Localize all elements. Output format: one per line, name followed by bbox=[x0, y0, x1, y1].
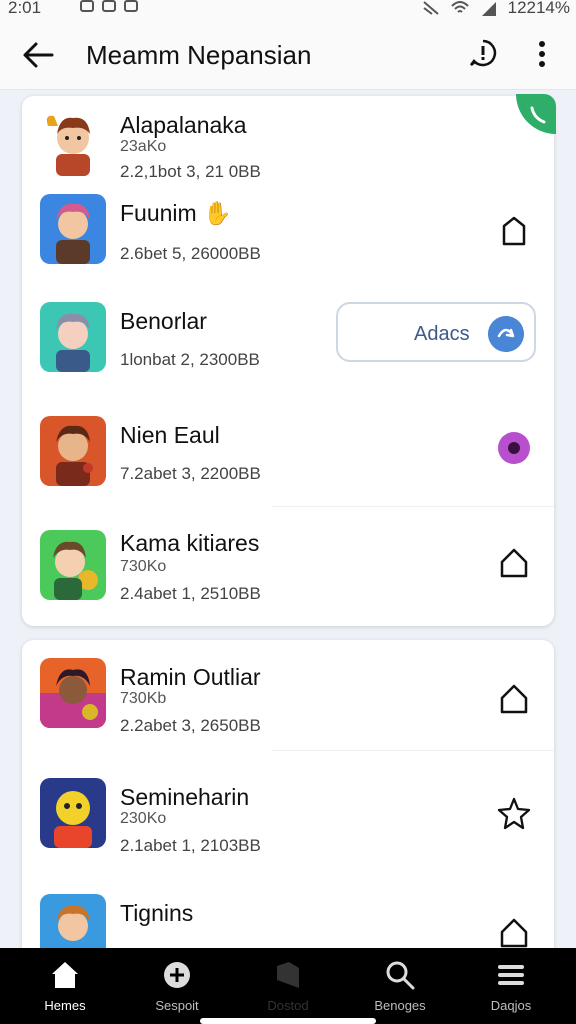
page-title: Meamm Nepansian bbox=[86, 40, 312, 70]
game-meta: 7.2abet 3, 2200BB bbox=[120, 464, 261, 483]
game-meta: 2.4abet 1, 2510BB bbox=[120, 584, 261, 603]
signal-icon bbox=[481, 2, 496, 16]
game-avatar-icon bbox=[40, 416, 106, 486]
home-outline-icon[interactable] bbox=[496, 916, 532, 952]
game-meta: 2.2abet 3, 2650BB bbox=[120, 716, 261, 735]
game-meta: 2.6bet 5, 26000BB bbox=[120, 244, 261, 263]
nav-item-support[interactable]: Sespoit bbox=[122, 948, 232, 1024]
game-meta: 1lonbat 2, 2300BB bbox=[120, 350, 260, 369]
list-item[interactable]: Semineharin 230Ko 2.1abet 1, 2103BB bbox=[22, 766, 554, 876]
game-avatar-icon bbox=[40, 530, 106, 600]
info-icon[interactable] bbox=[468, 38, 498, 68]
game-avatar-icon bbox=[40, 194, 106, 264]
list-item[interactable]: Alapalanaka 23aKo 2.2,1bot 3, 21 0BB bbox=[22, 96, 554, 186]
add-circle-icon bbox=[164, 962, 190, 988]
nav-item-tag[interactable]: Dostod bbox=[233, 948, 343, 1024]
wifi-icon bbox=[450, 1, 469, 13]
status-bar: 2:01 12214% bbox=[0, 0, 576, 18]
tag-icon bbox=[277, 962, 299, 988]
bottom-nav: Hemes Sespoit Dostod Benoges Daqjos bbox=[0, 948, 576, 1024]
search-icon bbox=[386, 961, 415, 990]
menu-icon bbox=[498, 965, 524, 985]
game-meta: 2.1abet 1, 2103BB bbox=[120, 836, 261, 855]
divider bbox=[272, 506, 554, 507]
game-subtitle: 23aKo bbox=[120, 138, 167, 155]
vibrate-icon bbox=[422, 1, 439, 15]
game-name: Semineharin bbox=[120, 784, 250, 810]
game-name: Alapalanaka bbox=[120, 112, 247, 138]
status-system-icons: 12214% bbox=[422, 0, 570, 18]
list-item[interactable]: Fuunim ✋ 2.6bet 5, 26000BB bbox=[22, 188, 554, 288]
message-icon bbox=[102, 0, 116, 12]
sync-icon bbox=[488, 316, 524, 352]
game-name: Tignins bbox=[120, 900, 194, 926]
battery-text: 12214% bbox=[507, 0, 570, 17]
games-card-1: Alapalanaka 23aKo 2.2,1bot 3, 21 0BB Fuu… bbox=[22, 94, 556, 626]
game-name: Benorlar bbox=[120, 308, 207, 334]
list-item[interactable]: Ramin Outliar 730Kb 2.2abet 3, 2650BB bbox=[22, 648, 554, 758]
star-outline-icon[interactable] bbox=[496, 796, 532, 832]
games-card-2: Ramin Outliar 730Kb 2.2abet 3, 2650BB Se… bbox=[22, 640, 554, 960]
nav-label: Hemes bbox=[44, 998, 86, 1013]
app-bar: Meamm Nepansian bbox=[0, 18, 576, 90]
game-name: Ramin Outliar bbox=[120, 664, 261, 690]
home-outline-icon[interactable] bbox=[496, 682, 532, 718]
add-button-label: Adacs bbox=[414, 323, 470, 345]
add-button[interactable]: Adacs bbox=[336, 302, 536, 362]
game-avatar-icon bbox=[40, 658, 106, 728]
game-subtitle: 730Ko bbox=[120, 558, 167, 575]
home-indicator[interactable] bbox=[200, 1018, 376, 1024]
game-meta: 2.2,1bot 3, 21 0BB bbox=[120, 162, 261, 181]
back-arrow-icon[interactable] bbox=[22, 40, 56, 70]
divider bbox=[272, 750, 554, 751]
thumb-icon: ✋ bbox=[203, 200, 232, 226]
home-icon bbox=[52, 962, 78, 988]
game-subtitle: 230Ko bbox=[120, 810, 167, 827]
list-item[interactable]: Kama kitiares 730Ko 2.4abet 1, 2510BB bbox=[22, 516, 554, 616]
game-name-text: Fuunim bbox=[120, 200, 197, 226]
home-outline-icon[interactable] bbox=[496, 546, 532, 582]
nav-item-search[interactable]: Benoges bbox=[345, 948, 455, 1024]
nav-label: Sespoit bbox=[155, 998, 199, 1013]
star-outline-icon[interactable] bbox=[496, 214, 532, 250]
game-name: Nien Eaul bbox=[120, 422, 220, 448]
nav-label: Benoges bbox=[374, 998, 426, 1013]
game-avatar-icon bbox=[40, 302, 106, 372]
app-icon bbox=[124, 0, 138, 12]
game-name: Kama kitiares bbox=[120, 530, 260, 556]
game-name: Fuunim ✋ bbox=[120, 200, 232, 227]
status-notification-icons bbox=[80, 0, 138, 12]
nav-item-home[interactable]: Hemes bbox=[10, 948, 120, 1024]
game-avatar-icon bbox=[40, 778, 106, 848]
status-time: 2:01 bbox=[8, 0, 42, 17]
game-subtitle: 730Kb bbox=[120, 690, 167, 707]
nav-item-menu[interactable]: Daqjos bbox=[456, 948, 566, 1024]
nav-label: Dostod bbox=[267, 998, 309, 1013]
list-item[interactable]: Nien Eaul 7.2abet 3, 2200BB bbox=[22, 406, 554, 506]
notification-icon bbox=[80, 0, 94, 12]
nav-label: Daqjos bbox=[490, 998, 532, 1013]
record-icon[interactable] bbox=[496, 430, 532, 466]
game-avatar-icon bbox=[46, 115, 90, 176]
more-vert-icon[interactable] bbox=[530, 38, 554, 70]
